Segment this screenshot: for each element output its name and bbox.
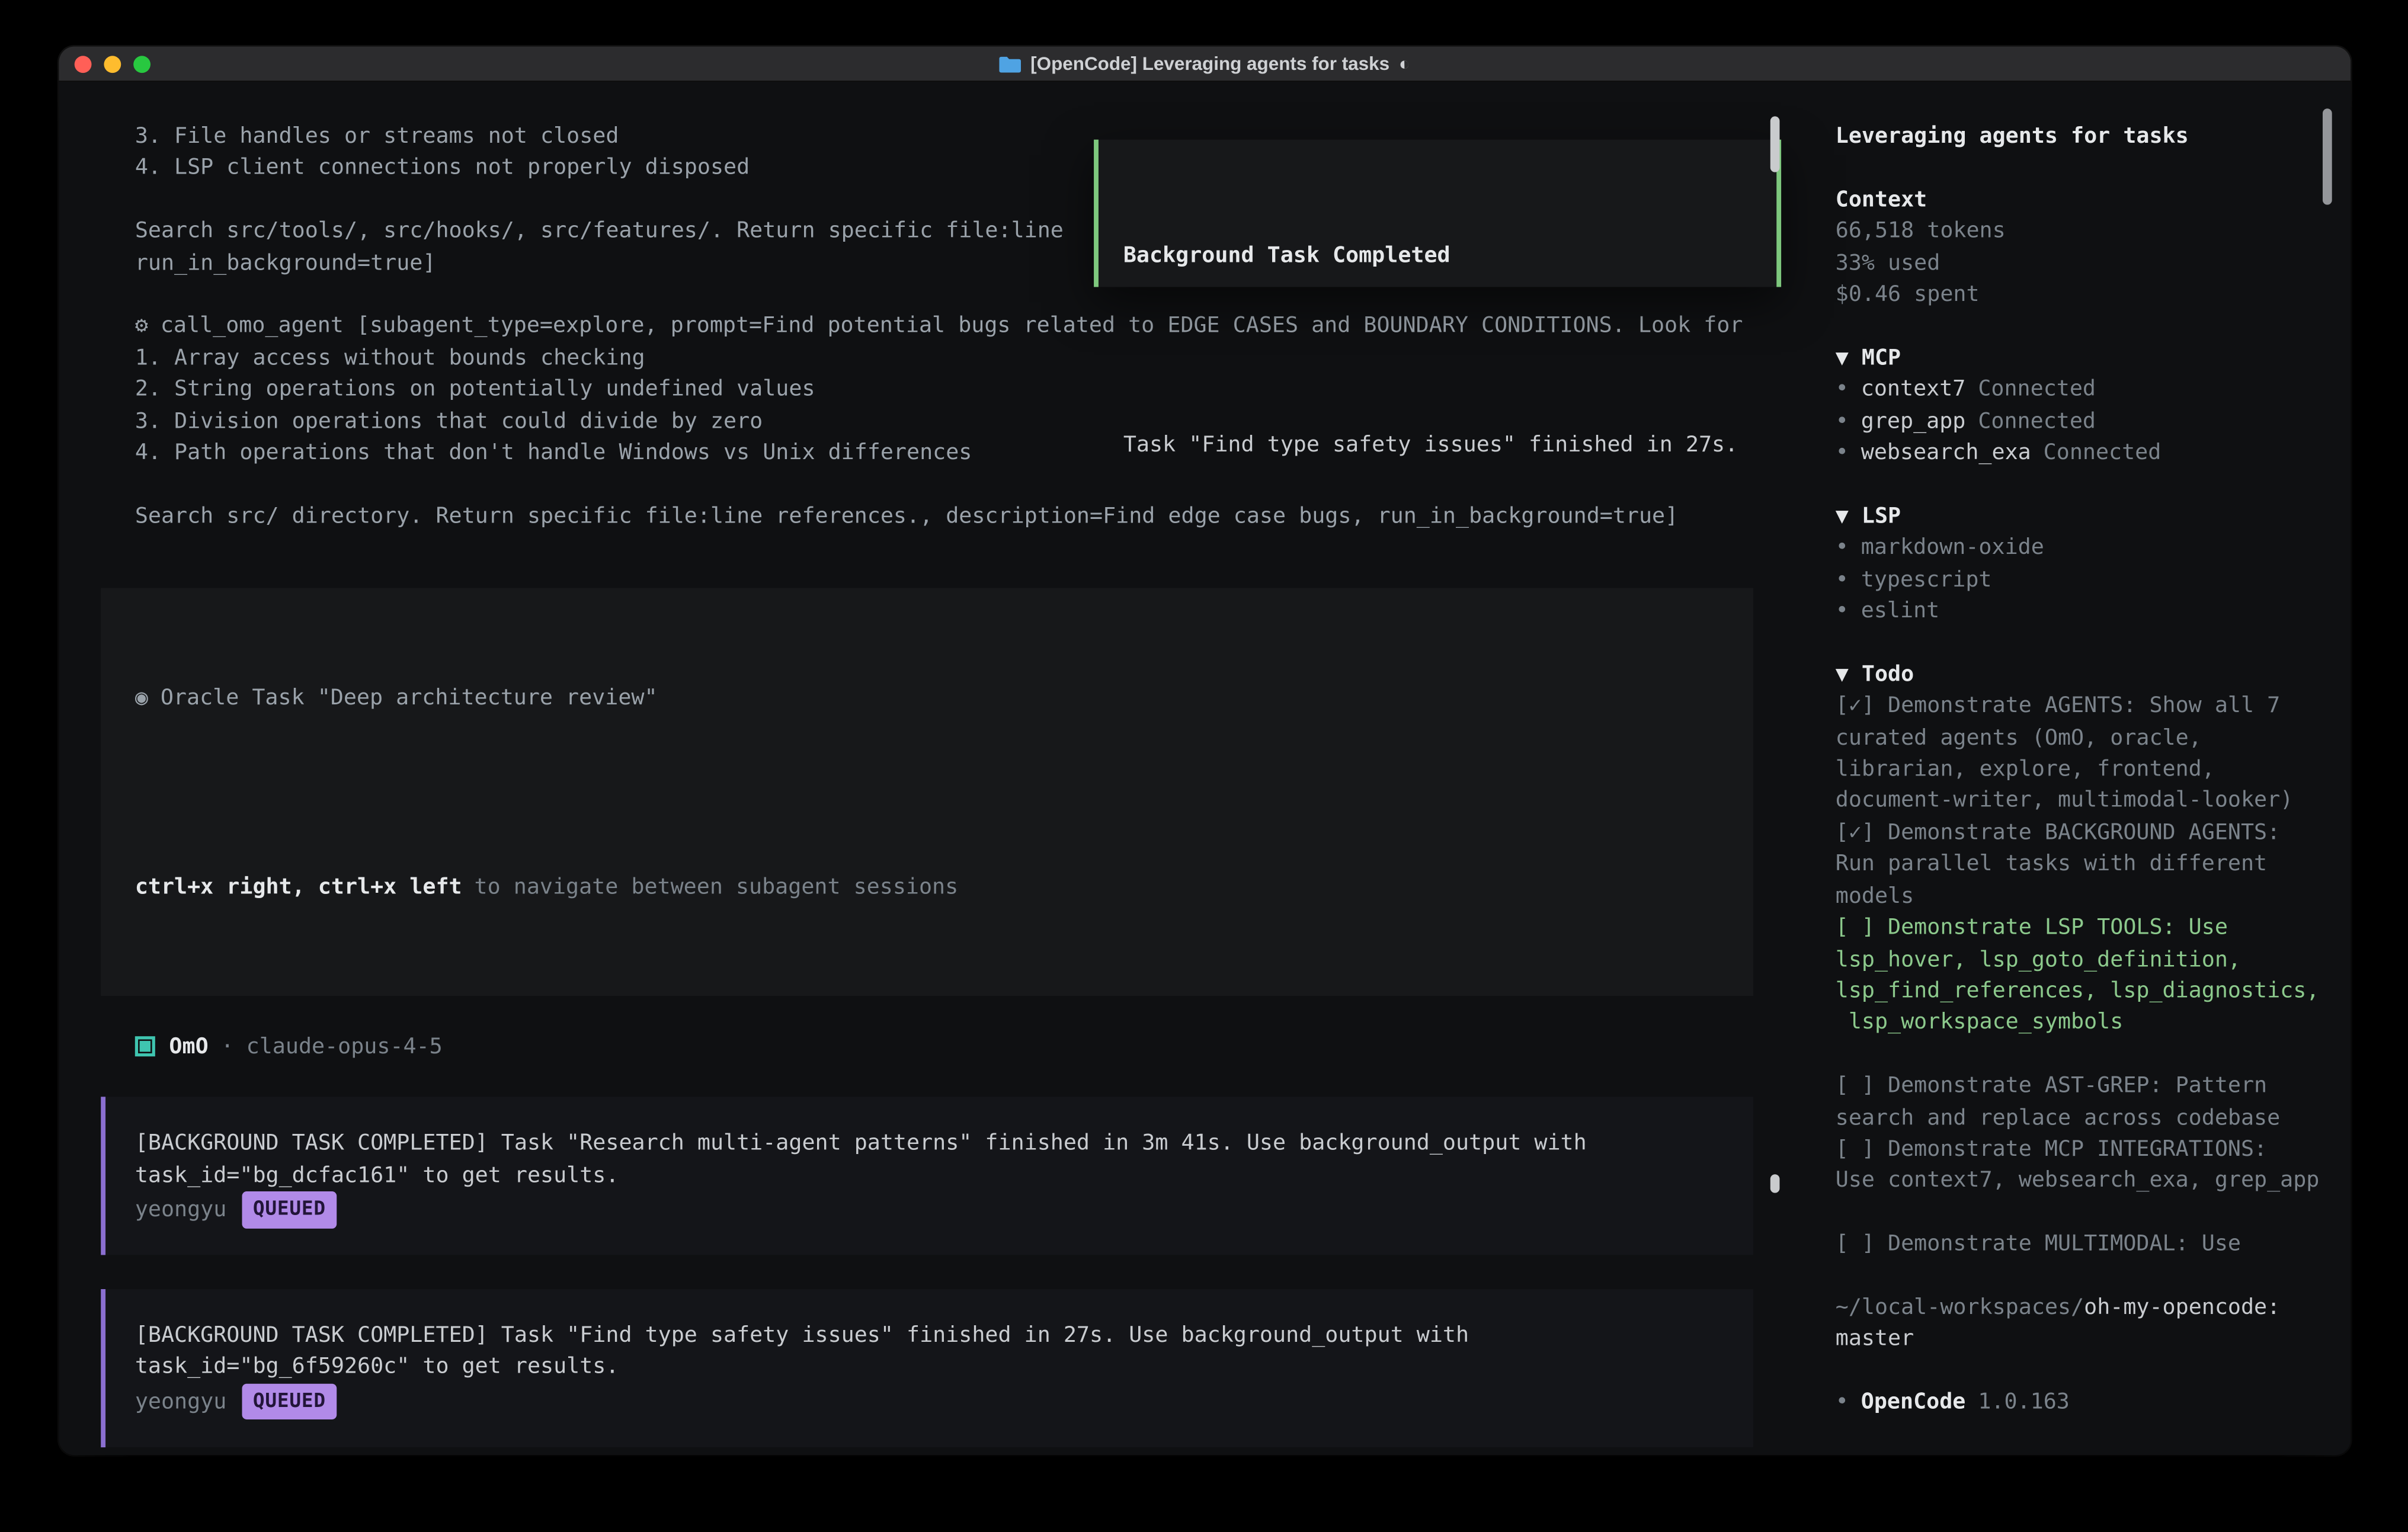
todo-line: document-writer, multimodal-looker) [1836, 786, 2323, 817]
oracle-nav-hint: ctrl+x right, ctrl+x left to navigate bet… [135, 873, 1719, 904]
workspace-path: ~/local-workspaces/oh-my-opencode: [1836, 1292, 2323, 1323]
status-badge: QUEUED [242, 1384, 337, 1420]
session-sidebar: Leveraging agents for tasks Context 66,5… [1811, 82, 2351, 1455]
app-version-line: • OpenCode 1.0.163 [1836, 1387, 2323, 1418]
lsp-item: • markdown-oxide [1836, 533, 2323, 564]
lsp-section-heading[interactable]: ▼ LSP [1836, 501, 2323, 532]
workspace-path-prefix: ~/local-workspaces/ [1836, 1295, 2084, 1320]
todo-line: search and replace across codebase [1836, 1102, 2323, 1134]
toast-notification[interactable]: Background Task Completed Task "Find typ… [1094, 140, 1781, 287]
app-name: OpenCode [1861, 1390, 1966, 1415]
mcp-name: context7 [1861, 377, 1966, 402]
window-title: [OpenCode] Leveraging agents for tasks ◐ [1000, 48, 1410, 79]
agent-model: claude-opus-4-5 [246, 1031, 443, 1063]
bullet-icon: • [1836, 441, 1849, 466]
todo-line: librarian, explore, frontend, [1836, 754, 2323, 786]
lsp-name: typescript [1861, 567, 1992, 592]
oracle-task-title: Oracle Task "Deep architecture review" [161, 686, 658, 711]
todo-line: [ ] Demonstrate MULTIMODAL: Use [1836, 1229, 2323, 1260]
sidebar-scrollbar-thumb[interactable] [2323, 108, 2332, 204]
mcp-item: • grep_app Connected [1836, 406, 2323, 437]
mcp-section-heading[interactable]: ▼ MCP [1836, 342, 2323, 374]
oracle-task-title-line: ◉ Oracle Task "Deep architecture review" [135, 682, 1719, 714]
message-author: yeongyu [135, 1194, 227, 1226]
context-used: 33% used [1836, 248, 2323, 279]
mcp-status: Connected [2044, 441, 2162, 466]
todo-line: Use context7, websearch_exa, grep_app [1836, 1165, 2323, 1197]
lsp-name: eslint [1861, 599, 1939, 624]
context-tokens: 66,518 tokens [1836, 216, 2323, 248]
zoom-button[interactable] [133, 55, 150, 72]
message-text-line: [BACKGROUND TASK COMPLETED] Task "Resear… [135, 1128, 1719, 1159]
agent-name: OmO [169, 1031, 208, 1063]
main-scrollbar-thumb[interactable] [1770, 116, 1780, 172]
todo-line: models [1836, 881, 2323, 912]
context-heading: Context [1836, 184, 2323, 216]
bullet-icon: • [1836, 409, 1849, 434]
bullet-icon: • [1836, 599, 1849, 624]
agent-separator: · [221, 1031, 234, 1063]
toast-body: Task "Find type safety issues" finished … [1123, 430, 1764, 461]
bullet-icon: • [1836, 567, 1849, 592]
window-title-text: [OpenCode] Leveraging agents for tasks [1030, 48, 1389, 79]
titlebar[interactable]: [OpenCode] Leveraging agents for tasks ◐ [59, 47, 2351, 82]
message-author: yeongyu [135, 1386, 227, 1418]
mcp-status: Connected [1978, 377, 2096, 402]
context-spent: $0.46 spent [1836, 279, 2323, 310]
agent-square-icon [135, 1037, 155, 1057]
todo-line: [✓] Demonstrate BACKGROUND AGENTS: [1836, 818, 2323, 849]
workspace-repo: oh-my-opencode: [2084, 1295, 2280, 1320]
mcp-status: Connected [1978, 409, 2096, 434]
minimize-button[interactable] [104, 55, 121, 72]
folder-icon [1000, 55, 1022, 72]
message-card[interactable]: [BACKGROUND TASK COMPLETED] Task "Resear… [101, 1097, 1753, 1255]
nav-hint-text: to navigate between subagent sessions [475, 876, 959, 900]
traffic-lights [75, 47, 150, 81]
message-card[interactable]: [BACKGROUND TASK COMPLETED] Task "Find t… [101, 1289, 1753, 1447]
lsp-item: • typescript [1836, 564, 2323, 595]
message-text-line: [BACKGROUND TASK COMPLETED] Task "Find t… [135, 1320, 1719, 1351]
oracle-task-card[interactable]: ◉Oracle Task "Deep architecture review" … [101, 588, 1753, 995]
todo-line: Run parallel tasks with different [1836, 849, 2323, 880]
lsp-item: • eslint [1836, 596, 2323, 627]
todo-line-active: lsp_find_references, lsp_diagnostics, [1836, 976, 2323, 1007]
todo-line-active: lsp_hover, lsp_goto_definition, [1836, 944, 2323, 975]
gear-icon: ⚙ [135, 314, 148, 339]
todo-line-active: [ ] Demonstrate LSP TOOLS: Use [1836, 912, 2323, 944]
message-text-line: task_id="bg_dcfac161" to get results. [135, 1159, 1719, 1191]
close-button[interactable] [75, 55, 92, 72]
toast-title: Background Task Completed [1123, 240, 1764, 271]
todo-line-active: lsp_workspace_symbols [1836, 1007, 2323, 1039]
mcp-item: • websearch_exa Connected [1836, 438, 2323, 469]
record-icon: ◉ [135, 686, 148, 711]
main-scrollbar-thumb-bottom[interactable] [1770, 1174, 1780, 1193]
bullet-icon: • [1836, 1390, 1849, 1415]
app-version: 1.0.163 [1978, 1390, 2070, 1415]
bullet-icon: • [1836, 377, 1849, 402]
todo-line: [ ] Demonstrate MCP INTEGRATIONS: [1836, 1134, 2323, 1165]
progress-circle-icon: ◐ [1399, 48, 1410, 79]
mcp-item: • context7 Connected [1836, 374, 2323, 406]
lsp-name: markdown-oxide [1861, 536, 2044, 560]
bullet-icon: • [1836, 536, 1849, 560]
todo-line: [ ] Demonstrate AST-GREP: Pattern [1836, 1071, 2323, 1102]
screen: [OpenCode] Leveraging agents for tasks ◐… [0, 0, 2408, 1532]
session-title: Leveraging agents for tasks [1836, 121, 2323, 152]
todo-section-heading[interactable]: ▼ Todo [1836, 659, 2323, 690]
agent-header: OmO · claude-opus-4-5 [101, 1031, 1811, 1063]
mcp-name: websearch_exa [1861, 441, 2031, 466]
status-badge: QUEUED [242, 1192, 337, 1228]
workspace-branch: master [1836, 1323, 2323, 1355]
terminal-window: [OpenCode] Leveraging agents for tasks ◐… [59, 47, 2351, 1456]
mcp-name: grep_app [1861, 409, 1966, 434]
nav-keys: ctrl+x right, ctrl+x left [135, 876, 462, 900]
todo-line: [✓] Demonstrate AGENTS: Show all 7 [1836, 691, 2323, 722]
todo-line: curated agents (OmO, oracle, [1836, 722, 2323, 754]
message-text-line: task_id="bg_6f59260c" to get results. [135, 1352, 1719, 1383]
